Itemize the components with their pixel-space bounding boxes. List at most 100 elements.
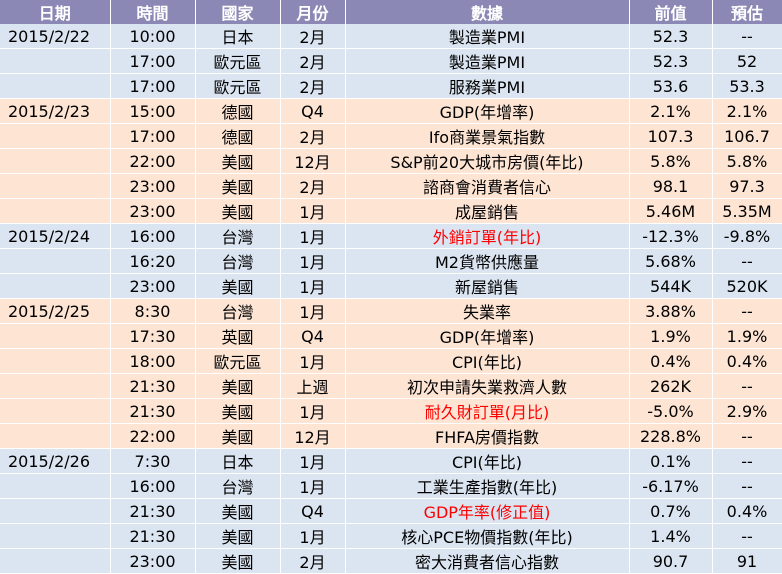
forecast-value-cell: -9.8% bbox=[712, 223, 782, 249]
forecast-value-cell: 53.3 bbox=[712, 73, 782, 99]
time-cell: 16:00 bbox=[110, 223, 196, 249]
date-cell: 2015/2/22 bbox=[0, 24, 111, 49]
country-cell: 台灣 bbox=[195, 223, 281, 249]
indicator-cell: S&P前20大城市房價(年比) bbox=[345, 148, 630, 174]
time-cell: 22:00 bbox=[110, 148, 196, 174]
month-cell: 1月 bbox=[280, 248, 346, 274]
table-row: 18:00 歐元區 1月 CPI(年比) 0.4% 0.4% bbox=[0, 348, 782, 374]
table-row: 21:30 美國 Q4 GDP年率(修正值) 0.7% 0.4% bbox=[0, 498, 782, 524]
forecast-value-cell: 0.4% bbox=[712, 348, 782, 374]
table-body: 2015/2/22 10:00 日本 2月 製造業PMI 52.3 -- 17:00 歐元區 2月… bbox=[0, 24, 782, 574]
month-cell: 12月 bbox=[280, 423, 346, 449]
date-cell bbox=[0, 498, 111, 524]
time-cell: 23:00 bbox=[110, 548, 196, 574]
indicator-cell: 初次申請失業救濟人數 bbox=[345, 373, 630, 399]
indicator-cell: GDP(年增率) bbox=[345, 98, 630, 124]
forecast-value-cell: -- bbox=[712, 24, 782, 49]
month-cell: 2月 bbox=[280, 123, 346, 149]
date-cell bbox=[0, 373, 111, 399]
month-cell: 2月 bbox=[280, 24, 346, 49]
forecast-value-cell: -- bbox=[712, 523, 782, 549]
forecast-value-cell: -- bbox=[712, 423, 782, 449]
time-cell: 17:00 bbox=[110, 123, 196, 149]
date-cell bbox=[0, 523, 111, 549]
table-row: 2015/2/23 15:00 德國 Q4 GDP(年增率) 2.1% 2.1% bbox=[0, 98, 782, 124]
time-cell: 16:00 bbox=[110, 473, 196, 499]
indicator-cell: 成屋銷售 bbox=[345, 198, 630, 224]
forecast-value-cell: 520K bbox=[712, 273, 782, 299]
time-cell: 18:00 bbox=[110, 348, 196, 374]
forecast-value-cell: 97.3 bbox=[712, 173, 782, 199]
table-row: 23:00 美國 2月 諮商會消費者信心 98.1 97.3 bbox=[0, 173, 782, 199]
country-cell: 德國 bbox=[195, 123, 281, 149]
indicator-cell: GDP(年增率) bbox=[345, 323, 630, 349]
indicator-cell: GDP年率(修正值) bbox=[345, 498, 630, 524]
indicator-cell: 諮商會消費者信心 bbox=[345, 173, 630, 199]
time-cell: 22:00 bbox=[110, 423, 196, 449]
time-cell: 7:30 bbox=[110, 448, 196, 474]
time-cell: 21:30 bbox=[110, 398, 196, 424]
indicator-cell: 密大消費者信心指數 bbox=[345, 548, 630, 574]
forecast-value-cell: 5.8% bbox=[712, 148, 782, 174]
month-cell: 1月 bbox=[280, 223, 346, 249]
header-country: 國家 bbox=[195, 0, 281, 24]
table-row: 2015/2/26 7:30 日本 1月 CPI(年比) 0.1% -- bbox=[0, 448, 782, 474]
table-row: 21:30 美國 上週 初次申請失業救濟人數 262K -- bbox=[0, 373, 782, 399]
previous-value-cell: 52.3 bbox=[629, 24, 713, 49]
date-cell bbox=[0, 123, 111, 149]
indicator-cell: CPI(年比) bbox=[345, 348, 630, 374]
time-cell: 15:00 bbox=[110, 98, 196, 124]
table-row: 22:00 美國 12月 FHFA房價指數 228.8% -- bbox=[0, 423, 782, 449]
forecast-value-cell: -- bbox=[712, 248, 782, 274]
table-row: 23:00 美國 1月 成屋銷售 5.46M 5.35M bbox=[0, 198, 782, 224]
time-cell: 10:00 bbox=[110, 24, 196, 49]
country-cell: 日本 bbox=[195, 24, 281, 49]
date-cell bbox=[0, 73, 111, 99]
previous-value-cell: 0.7% bbox=[629, 498, 713, 524]
table-row: 16:20 台灣 1月 M2貨幣供應量 5.68% -- bbox=[0, 248, 782, 274]
country-cell: 美國 bbox=[195, 523, 281, 549]
table-row: 21:30 美國 1月 耐久財訂單(月比) -5.0% 2.9% bbox=[0, 398, 782, 424]
country-cell: 歐元區 bbox=[195, 48, 281, 74]
month-cell: Q4 bbox=[280, 98, 346, 124]
previous-value-cell: 3.88% bbox=[629, 298, 713, 324]
month-cell: 2月 bbox=[280, 73, 346, 99]
date-cell bbox=[0, 198, 111, 224]
header-forecast: 預估 bbox=[712, 0, 782, 24]
month-cell: 1月 bbox=[280, 448, 346, 474]
date-cell: 2015/2/23 bbox=[0, 98, 111, 124]
forecast-value-cell: -- bbox=[712, 298, 782, 324]
month-cell: Q4 bbox=[280, 323, 346, 349]
previous-value-cell: 107.3 bbox=[629, 123, 713, 149]
table-row: 23:00 美國 1月 新屋銷售 544K 520K bbox=[0, 273, 782, 299]
indicator-cell: 製造業PMI bbox=[345, 24, 630, 49]
date-cell bbox=[0, 148, 111, 174]
previous-value-cell: 53.6 bbox=[629, 73, 713, 99]
table-row: 17:00 歐元區 2月 服務業PMI 53.6 53.3 bbox=[0, 73, 782, 99]
month-cell: 2月 bbox=[280, 173, 346, 199]
month-cell: Q4 bbox=[280, 498, 346, 524]
date-cell bbox=[0, 473, 111, 499]
forecast-value-cell: 91 bbox=[712, 548, 782, 574]
date-cell bbox=[0, 323, 111, 349]
table-row: 2015/2/24 16:00 台灣 1月 外銷訂單(年比) -12.3% -9.8% bbox=[0, 223, 782, 249]
previous-value-cell: 90.7 bbox=[629, 548, 713, 574]
indicator-cell: M2貨幣供應量 bbox=[345, 248, 630, 274]
forecast-value-cell: 1.9% bbox=[712, 323, 782, 349]
table-row: 17:00 德國 2月 Ifo商業景氣指數 107.3 106.7 bbox=[0, 123, 782, 149]
previous-value-cell: -5.0% bbox=[629, 398, 713, 424]
country-cell: 美國 bbox=[195, 373, 281, 399]
header-data: 數據 bbox=[345, 0, 630, 24]
time-cell: 17:00 bbox=[110, 48, 196, 74]
country-cell: 台灣 bbox=[195, 473, 281, 499]
month-cell: 1月 bbox=[280, 398, 346, 424]
table-row: 16:00 台灣 1月 工業生產指數(年比) -6.17% -- bbox=[0, 473, 782, 499]
time-cell: 21:30 bbox=[110, 523, 196, 549]
indicator-cell: 失業率 bbox=[345, 298, 630, 324]
forecast-value-cell: 2.1% bbox=[712, 98, 782, 124]
time-cell: 21:30 bbox=[110, 373, 196, 399]
time-cell: 21:30 bbox=[110, 498, 196, 524]
country-cell: 台灣 bbox=[195, 248, 281, 274]
forecast-value-cell: -- bbox=[712, 473, 782, 499]
header-month: 月份 bbox=[280, 0, 346, 24]
